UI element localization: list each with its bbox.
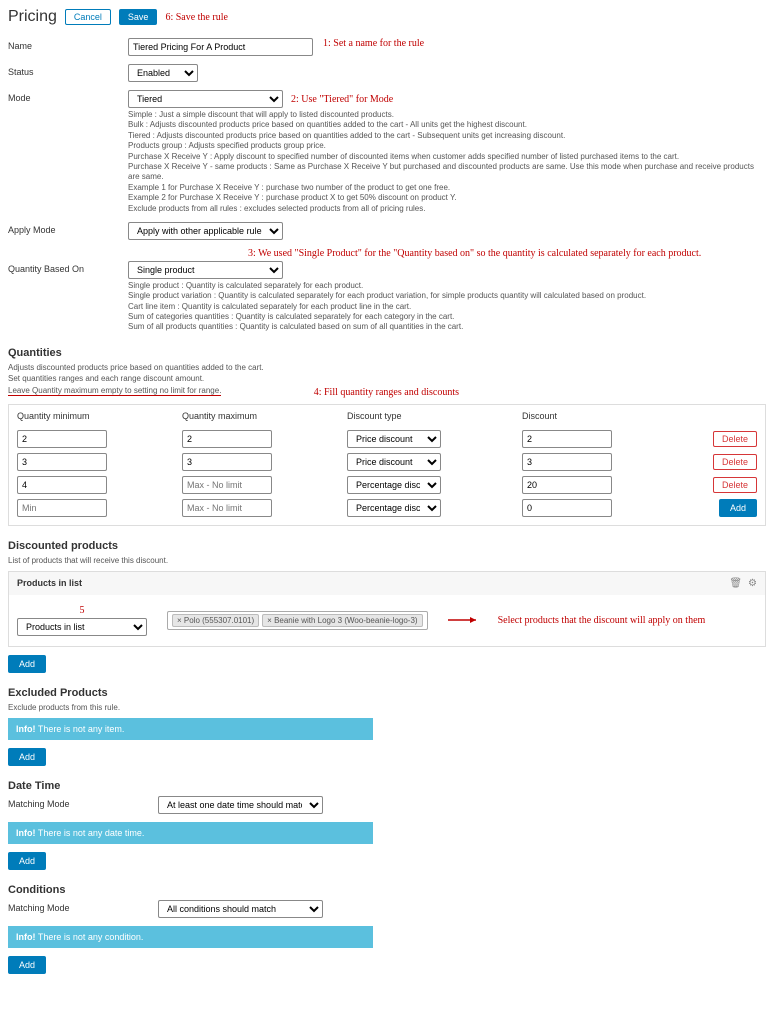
discount-type-select[interactable]: Percentage discount	[347, 499, 441, 517]
annotation-1: 1: Set a name for the rule	[323, 38, 424, 49]
table-row: Percentage discount Delete	[17, 476, 757, 494]
quantities-help-0: Adjusts discounted products price based …	[8, 363, 264, 372]
save-button[interactable]: Save	[119, 9, 158, 25]
delete-row-button[interactable]: Delete	[713, 454, 757, 470]
col-max-header: Quantity maximum	[182, 411, 347, 421]
status-select[interactable]: Enabled	[128, 64, 198, 82]
discount-type-select[interactable]: Price discount	[347, 453, 441, 471]
page-header: Pricing Cancel Save 6: Save the rule	[8, 8, 766, 26]
quantities-table: Quantity minimum Quantity maximum Discou…	[8, 404, 766, 526]
status-label: Status	[8, 64, 118, 77]
discount-type-select[interactable]: Percentage discount	[347, 476, 441, 494]
delete-row-button[interactable]: Delete	[713, 477, 757, 493]
applymode-select[interactable]: Apply with other applicable rules	[128, 222, 283, 240]
qbasedon-help: Single product : Quantity is calculated …	[128, 281, 766, 333]
discount-input[interactable]	[522, 476, 612, 494]
name-input[interactable]	[128, 38, 313, 56]
quantities-title: Quantities	[8, 347, 766, 359]
add-conditions-button[interactable]: Add	[8, 956, 46, 974]
discount-type-select[interactable]: Price discount	[347, 430, 441, 448]
excluded-help: Exclude products from this rule.	[8, 703, 766, 712]
add-discounted-button[interactable]: Add	[8, 655, 46, 673]
mode-row: Mode Tiered 2: Use "Tiered" for Mode Sim…	[8, 90, 766, 214]
table-row: Price discount Delete	[17, 430, 757, 448]
annotation-3: 3: We used "Single Product" for the "Qua…	[248, 248, 766, 259]
mode-label: Mode	[8, 90, 118, 103]
product-tag[interactable]: × Beanie with Logo 3 (Woo-beanie-logo-3)	[262, 614, 422, 627]
table-row: Price discount Delete	[17, 453, 757, 471]
delete-row-button[interactable]: Delete	[713, 431, 757, 447]
qty-min-input[interactable]	[17, 499, 107, 517]
conditions-match-label: Matching Mode	[8, 900, 148, 913]
qbasedon-label: Quantity Based On	[8, 261, 118, 274]
product-tags[interactable]: × Polo (555307.0101) × Beanie with Logo …	[167, 611, 428, 630]
discounted-help: List of products that will receive this …	[8, 556, 766, 565]
annotation-2: 2: Use "Tiered" for Mode	[291, 94, 393, 105]
page-title: Pricing	[8, 8, 57, 26]
conditions-match-select[interactable]: All conditions should match	[158, 900, 323, 918]
qbasedon-select[interactable]: Single product	[128, 261, 283, 279]
annotation-products: Select products that the discount will a…	[498, 615, 706, 626]
col-type-header: Discount type	[347, 411, 522, 421]
gear-icon[interactable]: ⚙	[748, 578, 757, 589]
datetime-title: Date Time	[8, 780, 766, 792]
annotation-4: 4: Fill quantity ranges and discounts	[314, 387, 459, 398]
datetime-info: Info! There is not any date time.	[8, 822, 373, 844]
datetime-match-select[interactable]: At least one date time should match	[158, 796, 323, 814]
col-min-header: Quantity minimum	[17, 411, 182, 421]
cancel-button[interactable]: Cancel	[65, 9, 111, 25]
product-tag[interactable]: × Polo (555307.0101)	[172, 614, 259, 627]
datetime-match-label: Matching Mode	[8, 796, 148, 809]
mode-help: Simple : Just a simple discount that wil…	[128, 110, 766, 214]
qty-min-input[interactable]	[17, 453, 107, 471]
excluded-title: Excluded Products	[8, 687, 766, 699]
applymode-label: Apply Mode	[8, 222, 118, 235]
name-label: Name	[8, 38, 118, 51]
add-row-button[interactable]: Add	[719, 499, 757, 517]
products-condition-select[interactable]: Products in list	[17, 618, 147, 636]
add-excluded-button[interactable]: Add	[8, 748, 46, 766]
discounted-title: Discounted products	[8, 540, 766, 552]
conditions-title: Conditions	[8, 884, 766, 896]
conditions-match-row: Matching Mode All conditions should matc…	[8, 900, 766, 918]
products-panel: Products in list 🗑 ⚙ 5 Products in list …	[8, 571, 766, 647]
status-row: Status Enabled	[8, 64, 766, 82]
add-datetime-button[interactable]: Add	[8, 852, 46, 870]
qty-max-input[interactable]	[182, 430, 272, 448]
discount-input[interactable]	[522, 430, 612, 448]
qbasedon-row: Quantity Based On Single product Single …	[8, 261, 766, 333]
qty-min-input[interactable]	[17, 476, 107, 494]
col-disc-header: Discount	[522, 411, 697, 421]
qty-max-input[interactable]	[182, 453, 272, 471]
trash-icon[interactable]: 🗑	[729, 578, 742, 589]
qty-max-input[interactable]	[182, 476, 272, 494]
annotation-6: 6: Save the rule	[165, 12, 227, 23]
mode-select[interactable]: Tiered	[128, 90, 283, 108]
discount-input[interactable]	[522, 499, 612, 517]
qty-min-input[interactable]	[17, 430, 107, 448]
applymode-row: Apply Mode Apply with other applicable r…	[8, 222, 766, 240]
arrow-icon	[448, 615, 478, 625]
excluded-info: Info! There is not any item.	[8, 718, 373, 740]
conditions-info: Info! There is not any condition.	[8, 926, 373, 948]
discount-input[interactable]	[522, 453, 612, 471]
quantities-help-2: Leave Quantity maximum empty to setting …	[8, 386, 221, 396]
datetime-match-row: Matching Mode At least one date time sho…	[8, 796, 766, 814]
quantities-help-1: Set quantities ranges and each range dis…	[8, 374, 264, 383]
table-row: Percentage discount Add	[17, 499, 757, 517]
name-row: Name 1: Set a name for the rule	[8, 38, 766, 56]
products-panel-title: Products in list	[17, 578, 723, 588]
annotation-5: 5	[80, 605, 85, 616]
qty-max-input[interactable]	[182, 499, 272, 517]
